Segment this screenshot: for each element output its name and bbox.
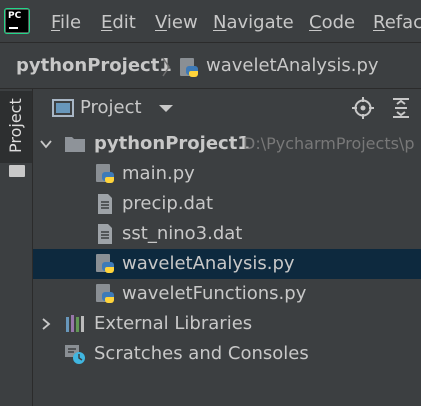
menu-file[interactable]: File [51, 12, 81, 33]
python-file-icon [180, 58, 198, 77]
menu-code[interactable]: Code [309, 12, 355, 33]
pycharm-logo-icon[interactable]: PC [5, 9, 29, 33]
text-file-icon [98, 194, 112, 214]
project-root-path: D:\PycharmProjects\p [243, 134, 415, 153]
tree-row-file[interactable]: waveletFunctions.py [33, 279, 421, 309]
tool-window-strip: Project [0, 89, 33, 406]
breadcrumb-project[interactable]: pythonProject1 [16, 55, 172, 76]
tree-row-file[interactable]: precip.dat [33, 189, 421, 219]
file-name: waveletFunctions.py [122, 283, 307, 304]
project-tool-tab[interactable]: Project [0, 91, 32, 163]
breadcrumb-file[interactable]: waveletAnalysis.py [206, 55, 379, 76]
tree-row-file-selected[interactable]: waveletAnalysis.py [33, 249, 421, 279]
tree-row-file[interactable]: main.py [33, 159, 421, 189]
tree-row-external-libraries[interactable]: External Libraries [33, 309, 421, 339]
project-tool-tab-label: Project [6, 98, 25, 153]
menu-bar: PC File Edit View Navigate Code Refac [0, 0, 421, 42]
scratches-icon [65, 345, 85, 364]
text-file-icon [98, 224, 112, 244]
menu-view[interactable]: View [155, 12, 198, 33]
file-name: waveletAnalysis.py [122, 253, 295, 274]
python-file-icon [96, 254, 114, 273]
project-panel: Project pythonProject1 D:\PycharmProject… [33, 89, 421, 406]
file-name: precip.dat [122, 193, 214, 214]
collapse-all-icon[interactable] [390, 97, 412, 119]
tree-row-file[interactable]: sst_nino3.dat [33, 219, 421, 249]
chevron-down-icon[interactable] [39, 137, 53, 151]
chevron-right-icon[interactable] [39, 317, 53, 331]
menu-refactor[interactable]: Refac [373, 12, 421, 33]
chevron-down-icon[interactable] [159, 105, 173, 112]
locate-file-icon[interactable] [352, 97, 374, 119]
scratches-label: Scratches and Consoles [94, 343, 309, 364]
menu-edit[interactable]: Edit [101, 12, 136, 33]
python-file-icon [96, 164, 114, 183]
folder-icon [9, 165, 25, 177]
folder-icon [65, 137, 85, 152]
file-name: main.py [122, 163, 195, 184]
project-view-icon [52, 99, 74, 117]
tree-row-project-root[interactable]: pythonProject1 D:\PycharmProjects\p [33, 129, 421, 159]
library-icon [66, 315, 84, 332]
tree-row-scratches[interactable]: Scratches and Consoles [33, 339, 421, 369]
menu-navigate[interactable]: Navigate [213, 12, 294, 33]
external-libraries-label: External Libraries [94, 313, 253, 334]
project-panel-title[interactable]: Project [80, 97, 142, 118]
project-root-name: pythonProject1 [94, 133, 250, 154]
breadcrumb-separator-icon [162, 57, 170, 77]
file-name: sst_nino3.dat [122, 223, 243, 244]
breadcrumb: pythonProject1 waveletAnalysis.py [0, 42, 421, 89]
project-panel-header: Project [33, 89, 421, 127]
python-file-icon [96, 284, 114, 303]
